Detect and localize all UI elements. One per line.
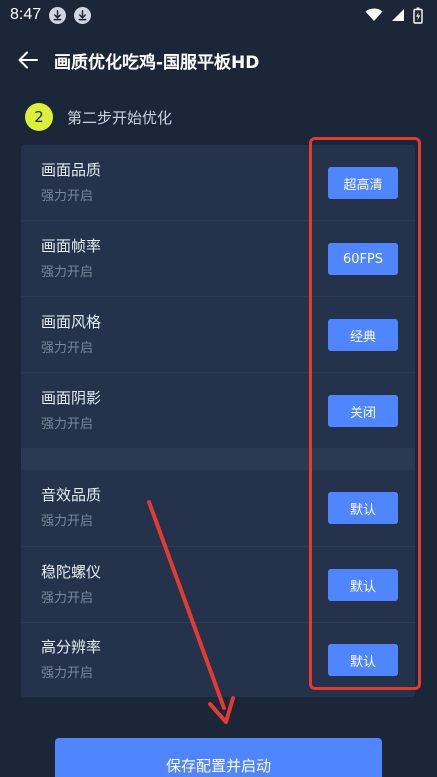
setting-title: 画面阴影 xyxy=(41,389,102,407)
download-icon xyxy=(74,6,92,24)
save-and-launch-button[interactable]: 保存配置并启动 xyxy=(55,738,382,777)
status-icons xyxy=(365,7,423,24)
setting-subtitle: 强力开启 xyxy=(41,591,94,606)
setting-title: 画面帧率 xyxy=(41,237,102,255)
status-bar: 8:47 xyxy=(0,0,437,30)
setting-subtitle: 强力开启 xyxy=(41,666,94,681)
setting-subtitle: 强力开启 xyxy=(41,341,94,356)
page-title: 画质优化吃鸡-国服平板HD xyxy=(54,52,260,73)
setting-title: 画面风格 xyxy=(41,313,102,331)
setting-title: 画面品质 xyxy=(41,161,102,179)
step-label: 第二步开始优化 xyxy=(67,108,173,127)
wifi-icon xyxy=(365,8,383,21)
setting-title: 音效品质 xyxy=(41,486,102,504)
app-header: 画质优化吃鸡-国服平板HD xyxy=(0,40,437,80)
setting-title: 高分辨率 xyxy=(41,638,102,656)
signal-icon xyxy=(392,9,404,21)
setting-subtitle: 强力开启 xyxy=(41,189,94,204)
annotation-highlight-box xyxy=(309,137,421,690)
arrow-left-icon[interactable] xyxy=(16,48,40,72)
download-icon xyxy=(49,6,67,24)
setting-subtitle: 强力开启 xyxy=(41,417,94,432)
setting-title: 稳陀螺仪 xyxy=(41,563,102,581)
step-indicator: 2 第二步开始优化 xyxy=(25,103,172,131)
step-number-badge: 2 xyxy=(25,103,53,131)
setting-subtitle: 强力开启 xyxy=(41,514,94,529)
setting-subtitle: 强力开启 xyxy=(41,265,94,280)
status-time: 8:47 xyxy=(10,6,42,23)
battery-charging-icon xyxy=(413,7,423,24)
